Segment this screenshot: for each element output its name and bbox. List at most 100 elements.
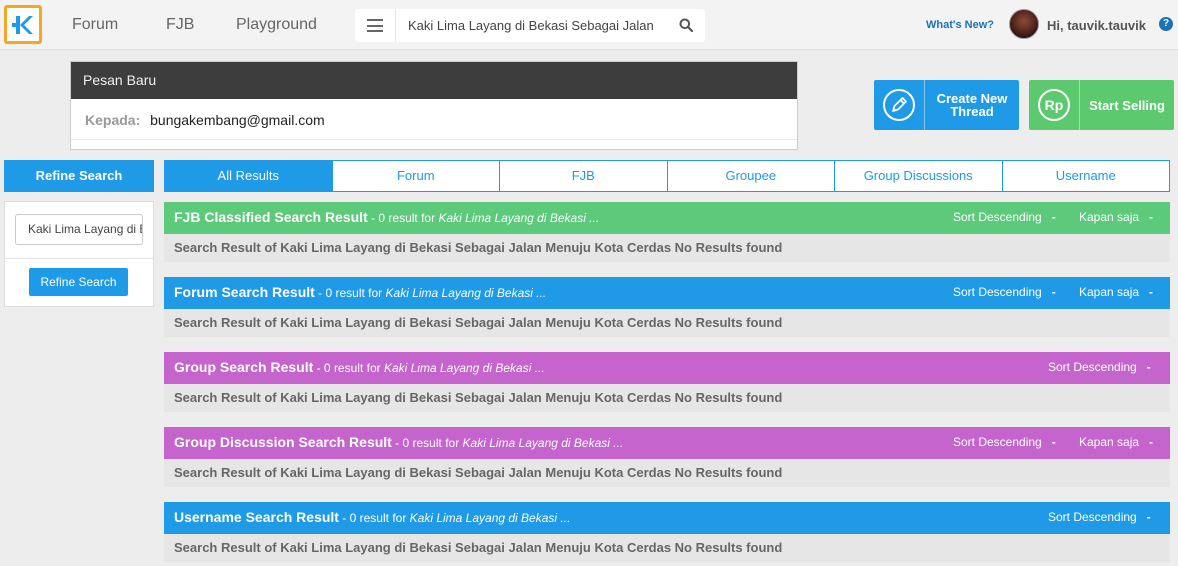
tab-forum[interactable]: Forum — [332, 160, 500, 192]
refine-search-header: Refine Search — [4, 160, 154, 192]
sort-label: Sort Descending — [953, 285, 1042, 299]
result-count: - 0 result for — [314, 286, 386, 300]
section-title: FJB Classified Search Result - 0 result … — [174, 209, 599, 225]
refine-search-panel: Kaki Lima Layang di Bekasi Refine Search — [4, 201, 154, 307]
result-count: - 0 result for — [338, 511, 410, 525]
start-selling-label: Start Selling — [1089, 97, 1165, 113]
divider — [5, 258, 153, 259]
section-title-text: Forum Search Result — [174, 284, 315, 300]
result-count: - 0 result for — [391, 436, 463, 450]
sort-label: Sort Descending — [953, 435, 1042, 449]
time-filter-label: Kapan saja — [1079, 285, 1140, 299]
search-divider — [395, 9, 396, 42]
pencil-icon — [883, 89, 915, 121]
nav-playground[interactable]: Playground — [236, 16, 317, 34]
whats-new-link[interactable]: What's New? — [926, 19, 994, 31]
sort-dropdown[interactable]: Sort Descending - — [953, 210, 1056, 224]
user-greeting[interactable]: Hi, tauvik.tauvik — [1047, 18, 1146, 33]
kaskus-logo[interactable] — [4, 5, 42, 44]
group-discussion-result-header: Group Discussion Search Result - 0 resul… — [164, 427, 1170, 459]
group-result-section: Group Search Result - 0 result for Kaki … — [164, 352, 1170, 412]
sort-dropdown[interactable]: Sort Descending - — [1048, 360, 1151, 374]
section-result-text: Search Result of Kaki Lima Layang di Bek… — [164, 309, 1170, 337]
result-count: - 0 result for — [367, 211, 439, 225]
nav-fjb[interactable]: FJB — [166, 16, 194, 34]
sort-dropdown[interactable]: Sort Descending - — [1048, 510, 1151, 524]
dropdown-caret-icon: - — [1146, 360, 1151, 374]
result-query: Kaki Lima Layang di Bekasi ... — [383, 361, 545, 375]
group-result-header: Group Search Result - 0 result for Kaki … — [164, 352, 1170, 384]
result-query: Kaki Lima Layang di Bekasi ... — [438, 211, 600, 225]
dropdown-caret-icon: - — [1051, 285, 1056, 299]
section-title-text: Group Search Result — [174, 359, 314, 375]
tab-fjb[interactable]: FJB — [500, 160, 668, 192]
search-icon[interactable] — [679, 18, 693, 32]
recipient-field[interactable]: bungakembang@gmail.com — [150, 112, 325, 128]
section-title-text: Group Discussion Search Result — [174, 434, 392, 450]
fjb-result-section: FJB Classified Search Result - 0 result … — [164, 202, 1170, 262]
menu-icon[interactable] — [367, 19, 383, 32]
search-input[interactable]: Kaki Lima Layang di Bekasi Sebagai Jalan… — [408, 18, 658, 33]
kaskus-logo-icon — [12, 15, 33, 34]
section-result-text: Search Result of Kaki Lima Layang di Bek… — [164, 534, 1170, 562]
rupiah-icon-text: Rp — [1045, 97, 1064, 113]
tab-username[interactable]: Username — [1002, 160, 1170, 192]
message-header[interactable]: Pesan Baru — [71, 62, 797, 99]
forum-result-header: Forum Search Result - 0 result for Kaki … — [164, 277, 1170, 309]
time-filter-dropdown[interactable]: Kapan saja - — [1079, 210, 1153, 224]
dropdown-caret-icon: - — [1149, 435, 1154, 449]
rupiah-icon-wrap: Rp — [1029, 80, 1080, 130]
dropdown-caret-icon: - — [1149, 285, 1154, 299]
avatar[interactable] — [1009, 9, 1039, 39]
start-selling-button[interactable]: Rp Start Selling — [1029, 80, 1174, 130]
recipient-label: Kepada: — [85, 112, 141, 128]
time-filter-dropdown[interactable]: Kapan saja - — [1079, 285, 1153, 299]
username-result-header: Username Search Result - 0 result for Ka… — [164, 502, 1170, 534]
section-title: Group Discussion Search Result - 0 resul… — [174, 434, 623, 450]
forum-result-section: Forum Search Result - 0 result for Kaki … — [164, 277, 1170, 337]
new-message-panel: Pesan Baru Kepada: bungakembang@gmail.co… — [70, 61, 798, 150]
search-box: Kaki Lima Layang di Bekasi Sebagai Jalan… — [355, 9, 705, 42]
section-title: Username Search Result - 0 result for Ka… — [174, 509, 570, 525]
result-query: Kaki Lima Layang di Bekasi ... — [385, 286, 547, 300]
sort-label: Sort Descending — [953, 210, 1042, 224]
tab-groupee[interactable]: Groupee — [667, 160, 835, 192]
time-filter-dropdown[interactable]: Kapan saja - — [1079, 435, 1153, 449]
create-thread-label: Create New Thread — [925, 80, 1019, 130]
section-title-text: Username Search Result — [174, 509, 339, 525]
create-thread-line2: Thread — [950, 104, 994, 119]
dropdown-caret-icon: - — [1146, 510, 1151, 524]
sort-label: Sort Descending — [1048, 360, 1137, 374]
create-thread-button[interactable]: Create New Thread — [874, 80, 1019, 130]
top-navbar: Forum FJB Playground Kaki Lima Layang di… — [0, 0, 1178, 50]
sort-label: Sort Descending — [1048, 510, 1137, 524]
message-recipient-row: Kepada: bungakembang@gmail.com — [85, 112, 325, 128]
divider — [71, 139, 797, 140]
time-filter-label: Kapan saja — [1079, 210, 1140, 224]
tab-all-results[interactable]: All Results — [164, 160, 333, 192]
sort-dropdown[interactable]: Sort Descending - — [953, 285, 1056, 299]
section-result-text: Search Result of Kaki Lima Layang di Bek… — [164, 234, 1170, 262]
username-result-section: Username Search Result - 0 result for Ka… — [164, 502, 1170, 562]
section-title: Group Search Result - 0 result for Kaki … — [174, 359, 545, 375]
rupiah-icon: Rp — [1038, 89, 1070, 121]
result-query: Kaki Lima Layang di Bekasi ... — [462, 436, 624, 450]
dropdown-caret-icon: - — [1051, 435, 1056, 449]
result-count: - 0 result for — [313, 361, 384, 375]
sort-dropdown[interactable]: Sort Descending - — [953, 435, 1056, 449]
result-tabs: All Results Forum FJB Groupee Group Disc… — [164, 160, 1170, 192]
section-result-text: Search Result of Kaki Lima Layang di Bek… — [164, 384, 1170, 412]
time-filter-label: Kapan saja — [1079, 435, 1140, 449]
dropdown-caret-icon: - — [1149, 210, 1154, 224]
pencil-icon-wrap — [874, 80, 925, 130]
dropdown-caret-icon: - — [1051, 210, 1056, 224]
refine-search-button[interactable]: Refine Search — [29, 268, 128, 296]
help-icon[interactable]: ? — [1159, 17, 1173, 31]
result-query: Kaki Lima Layang di Bekasi ... — [409, 511, 571, 525]
nav-forum[interactable]: Forum — [72, 16, 118, 34]
refine-search-input[interactable]: Kaki Lima Layang di Bekasi — [15, 214, 143, 245]
section-title: Forum Search Result - 0 result for Kaki … — [174, 284, 546, 300]
fjb-result-header: FJB Classified Search Result - 0 result … — [164, 202, 1170, 234]
section-result-text: Search Result of Kaki Lima Layang di Bek… — [164, 459, 1170, 487]
tab-group-discussions[interactable]: Group Discussions — [835, 160, 1003, 192]
